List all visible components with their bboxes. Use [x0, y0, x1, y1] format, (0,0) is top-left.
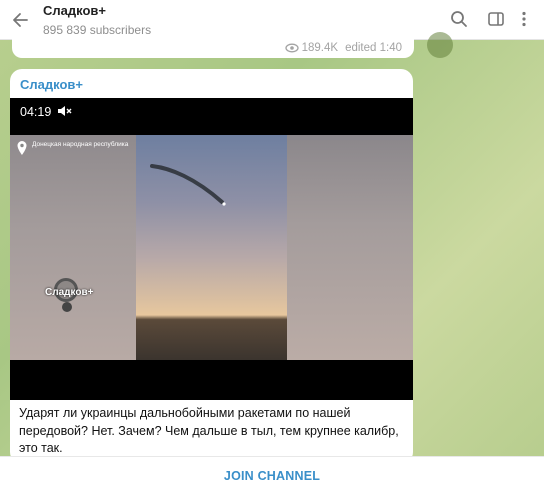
previous-message: 189.4K edited 1:40 [12, 38, 414, 58]
video-frame: Донецкая народная республика Сладков+ [10, 135, 413, 360]
watermark-pin-icon [62, 302, 72, 312]
view-count: 189.4K [301, 42, 339, 54]
message-meta: 189.4K edited 1:40 [284, 42, 402, 54]
subscriber-count: 895 839 subscribers [43, 23, 152, 37]
edited-time: edited 1:40 [345, 42, 402, 54]
join-bar: JOIN CHANNEL [0, 456, 544, 491]
watermark-text: Сладков+ [45, 287, 94, 298]
missile-trail [150, 164, 226, 206]
muted-speaker-icon[interactable] [56, 103, 72, 119]
message-text: Ударят ли украинцы дальнобойными ракетам… [19, 406, 399, 455]
sidebar-toggle-icon[interactable] [486, 9, 506, 29]
blurred-right-panel [287, 135, 413, 360]
search-icon[interactable] [449, 9, 469, 29]
views-eye-icon [284, 43, 299, 53]
back-arrow-icon[interactable] [11, 10, 31, 30]
message-author[interactable]: Сладков+ [20, 77, 83, 92]
blurred-left-panel [10, 135, 136, 360]
chat-header: Сладков+ 895 839 subscribers [0, 0, 544, 40]
join-channel-button[interactable]: JOIN CHANNEL [0, 469, 544, 483]
channel-info[interactable]: Сладков+ 895 839 subscribers [43, 2, 151, 38]
share-button[interactable] [427, 32, 453, 58]
video-duration: 04:19 [20, 105, 52, 119]
location-pin-icon [17, 141, 27, 155]
message-bubble: Сладков+ 04:19 Донецкая народная республ… [10, 69, 413, 464]
video-player[interactable]: 04:19 Донецкая народная республика Сладк… [10, 98, 413, 400]
channel-title: Сладков+ [43, 3, 106, 18]
more-options-icon[interactable] [514, 9, 534, 29]
region-label: Донецкая народная республика [32, 141, 129, 148]
